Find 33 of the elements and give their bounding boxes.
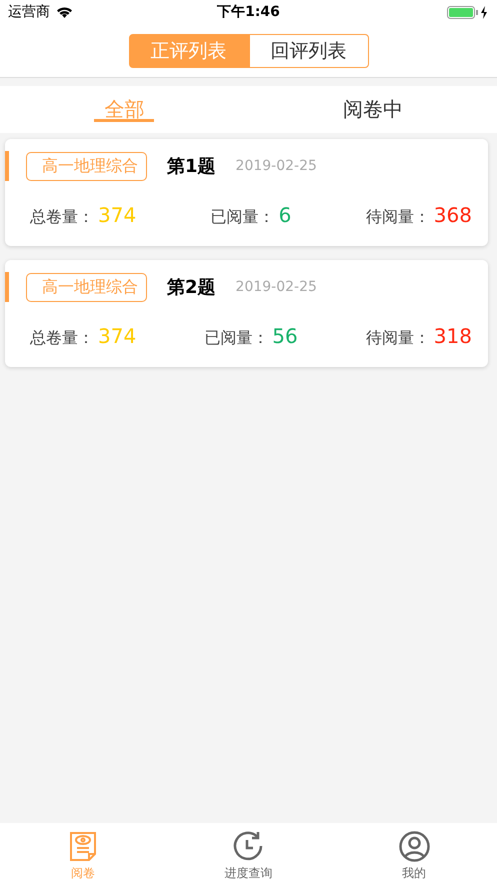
user-icon bbox=[398, 831, 430, 862]
stat-value: 56 bbox=[272, 324, 298, 348]
battery-charging-icon bbox=[446, 6, 489, 18]
date-text: 2019-02-25 bbox=[236, 158, 317, 174]
subject-tag: 高一地理综合 bbox=[26, 152, 147, 180]
question-title: 第1题 bbox=[167, 155, 216, 178]
question-title: 第2题 bbox=[167, 276, 216, 299]
stat-label: 待阅量： bbox=[366, 207, 430, 228]
stat-label: 已阅量： bbox=[210, 207, 275, 228]
subject-tag: 高一地理综合 bbox=[26, 272, 147, 302]
date-text: 2019-02-25 bbox=[236, 279, 317, 295]
nav-tab[interactable]: 我的 bbox=[331, 823, 497, 883]
task-card[interactable]: 高一地理综合 第2题 2019-02-25 总卷量： 374 已阅量： 56 待阅量： 318 bbox=[5, 260, 488, 367]
stat-value: 374 bbox=[98, 324, 136, 348]
stat-label: 总卷量： bbox=[30, 207, 94, 228]
stat-value: 374 bbox=[98, 203, 136, 227]
stat-label: 总卷量： bbox=[30, 328, 94, 349]
stat-value: 6 bbox=[278, 203, 292, 227]
accent-bar bbox=[5, 151, 9, 181]
wifi-icon bbox=[56, 6, 73, 18]
segment-tab[interactable]: 回评列表 bbox=[248, 34, 368, 68]
task-card[interactable]: 高一地理综合 第1题 2019-02-25 总卷量： 374 已阅量： 6 待阅量： 368 bbox=[5, 139, 488, 246]
carrier-name: 运营商 bbox=[8, 3, 50, 21]
stat-value: 368 bbox=[434, 203, 472, 227]
document-eye-icon bbox=[68, 831, 97, 862]
clock-time: 下午1:46 bbox=[217, 3, 280, 21]
filter-tab[interactable]: 阅卷中 bbox=[248, 86, 497, 133]
accent-bar bbox=[5, 272, 9, 302]
stat-value: 318 bbox=[434, 324, 472, 348]
nav-tab[interactable]: 进度查询 bbox=[166, 823, 332, 883]
stat-label: 已阅量： bbox=[204, 328, 268, 349]
history-icon bbox=[232, 831, 264, 862]
stat-label: 待阅量： bbox=[366, 328, 430, 349]
